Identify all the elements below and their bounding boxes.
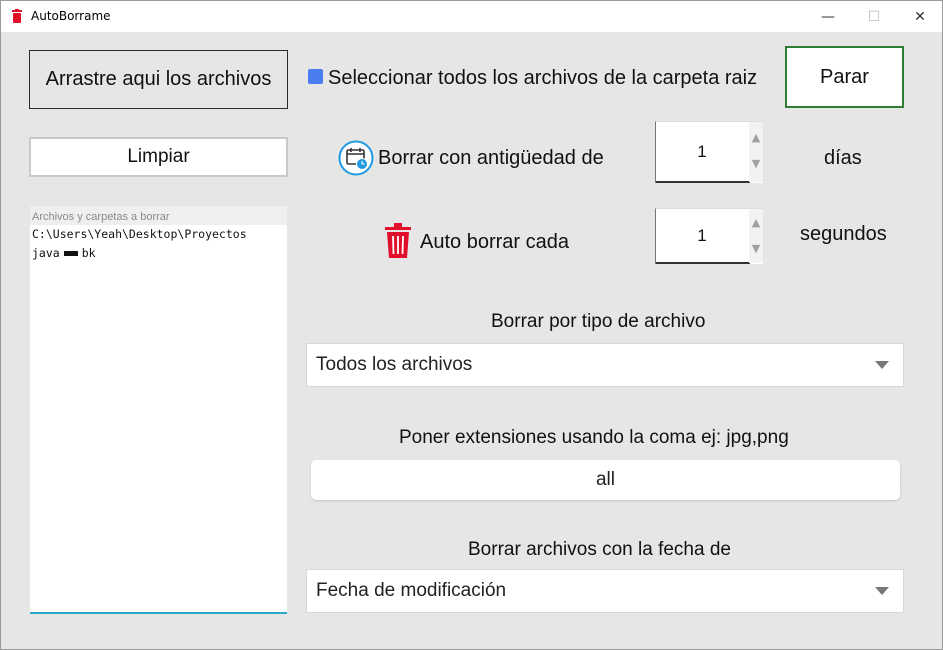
age-days-spinbox[interactable]: 1 ▲ ▼ [655, 121, 763, 183]
spin-buttons: ▲ ▼ [749, 122, 763, 182]
age-unit-label: días [824, 147, 862, 169]
spinbox-underline [656, 262, 750, 264]
spin-down-icon[interactable]: ▼ [750, 243, 762, 255]
chevron-down-icon[interactable] [875, 361, 889, 369]
date-type-select[interactable]: Fecha de modificación [306, 569, 904, 613]
file-type-label: Borrar por tipo de archivo [491, 311, 706, 332]
title-bar: AutoBorrame — ☐ ✕ [1, 1, 942, 32]
file-type-select[interactable]: Todos los archivos [306, 343, 904, 387]
auto-delete-label: Auto borrar cada [420, 231, 569, 253]
separator-glyph [63, 251, 78, 256]
spinbox-underline [656, 181, 750, 183]
list-item[interactable]: C:\Users\Yeah\Desktop\Proyectos [30, 225, 287, 244]
list-item[interactable]: bk [82, 246, 96, 260]
spin-down-icon[interactable]: ▼ [750, 158, 762, 170]
calendar-clock-icon [338, 140, 374, 176]
files-list[interactable]: Archivos y carpetas a borrar C:\Users\Ye… [30, 206, 287, 614]
minimize-button[interactable]: — [805, 1, 851, 32]
spin-buttons: ▲ ▼ [749, 209, 763, 263]
close-button[interactable]: ✕ [897, 1, 943, 32]
maximize-button[interactable]: ☐ [851, 1, 897, 32]
clear-button[interactable]: Limpiar [29, 137, 288, 177]
window-title: AutoBorrame [31, 9, 111, 23]
chevron-down-icon[interactable] [875, 587, 889, 595]
auto-seconds-value[interactable]: 1 [656, 209, 748, 263]
auto-seconds-spinbox[interactable]: 1 ▲ ▼ [655, 208, 763, 264]
list-item-row[interactable]: java bk [30, 244, 287, 263]
age-days-value[interactable]: 1 [656, 122, 748, 182]
date-type-value: Fecha de modificación [316, 580, 507, 601]
spin-up-icon[interactable]: ▲ [750, 217, 762, 229]
trash-app-icon [12, 9, 22, 23]
file-type-value: Todos los archivos [316, 354, 473, 375]
extensions-input[interactable]: all [311, 460, 900, 500]
extensions-label: Poner extensiones usando la coma ej: jpg… [399, 427, 789, 448]
drag-files-button[interactable]: Arrastre aqui los archivos [29, 50, 288, 109]
stop-button[interactable]: Parar [785, 46, 904, 108]
spin-up-icon[interactable]: ▲ [750, 132, 762, 144]
auto-unit-label: segundos [800, 223, 887, 245]
list-item[interactable]: java [32, 246, 60, 260]
age-label: Borrar con antigüedad de [378, 147, 604, 169]
files-list-header: Archivos y carpetas a borrar [30, 206, 287, 225]
trash-icon [385, 223, 411, 258]
select-all-label[interactable]: Seleccionar todos los archivos de la car… [328, 67, 757, 90]
select-all-checkbox[interactable] [308, 69, 323, 84]
date-type-label: Borrar archivos con la fecha de [468, 539, 731, 560]
app-window: AutoBorrame — ☐ ✕ Arrastre aqui los arch… [0, 0, 943, 650]
